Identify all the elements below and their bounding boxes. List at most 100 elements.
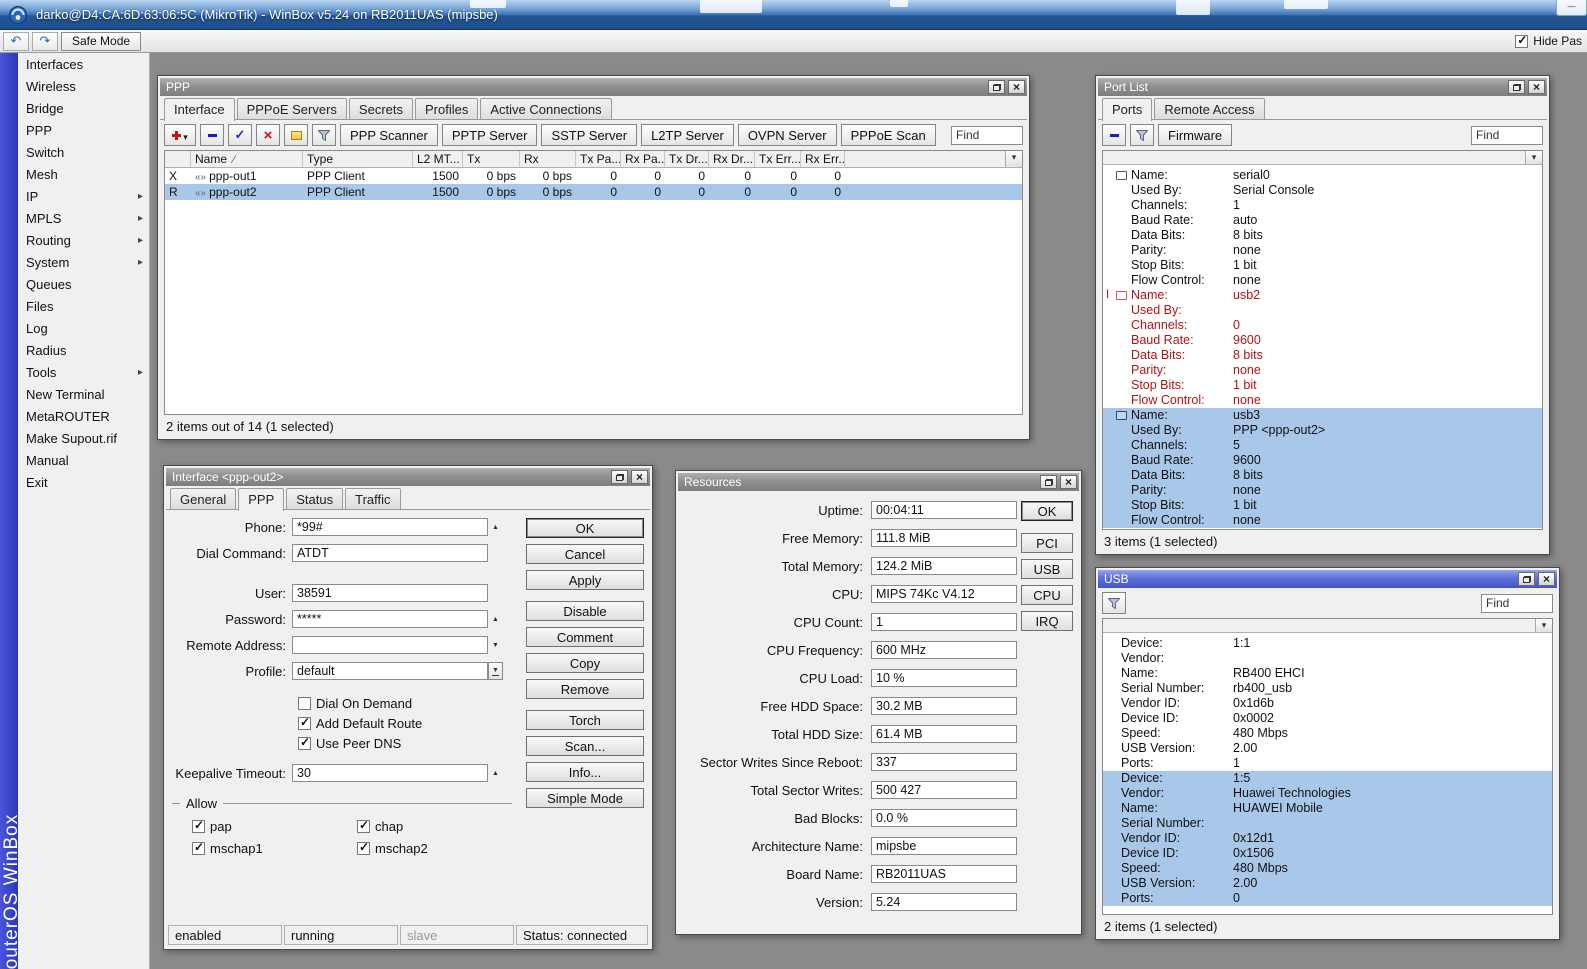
column-type[interactable]: Type — [303, 151, 413, 167]
undo-button[interactable] — [3, 31, 29, 51]
sstp-server-button[interactable]: SSTP Server — [541, 124, 638, 146]
ppp-scanner-button[interactable]: PPP Scanner — [340, 124, 438, 146]
keepalive-timeout-field[interactable]: 30 — [292, 764, 488, 782]
port-entry-usb2[interactable]: I Name: usb2 Used By: Channels: 0 Baud Rate… — [1103, 288, 1542, 408]
l2tp-server-button[interactable]: L2TP Server — [641, 124, 734, 146]
column-select-button[interactable] — [1525, 151, 1542, 164]
comment-button[interactable]: Comment — [526, 627, 644, 647]
simple-mode-button[interactable]: Simple Mode — [526, 788, 644, 808]
sidebar-item-new-terminal[interactable]: New Terminal — [18, 383, 149, 405]
dial-on-demand-toggle[interactable]: Dial On Demand — [298, 696, 524, 711]
sidebar-item-radius[interactable]: Radius — [18, 339, 149, 361]
pci-button[interactable]: PCI — [1021, 533, 1073, 553]
sidebar-item-switch[interactable]: Switch — [18, 141, 149, 163]
sidebar-item-ppp[interactable]: PPP — [18, 119, 149, 141]
mschap2-toggle[interactable]: mschap2 — [357, 840, 522, 856]
remove-button[interactable]: Remove — [526, 679, 644, 699]
apply-button[interactable]: Apply — [526, 570, 644, 590]
sidebar-item-manual[interactable]: Manual — [18, 449, 149, 471]
column-select-button[interactable] — [1005, 151, 1022, 167]
dial-command-field[interactable]: ATDT — [292, 544, 488, 562]
tab-traffic[interactable]: Traffic — [345, 488, 401, 510]
remote-address-field[interactable] — [292, 636, 488, 654]
tab-secrets[interactable]: Secrets — [348, 98, 413, 120]
column-tx[interactable]: Tx — [463, 151, 520, 167]
table-row-ppp-out1[interactable]: X ppp-out1 PPP Client 1500 0 bps 0 bps 0… — [165, 168, 1022, 184]
torch-button[interactable]: Torch — [526, 710, 644, 730]
filter-button[interactable] — [312, 124, 336, 146]
usb-entry-rb400[interactable]: Device: 1:1 Vendor: Name: RB400 EHCI Seria… — [1103, 636, 1552, 771]
ok-button[interactable]: OK — [1021, 501, 1073, 521]
safe-mode-button[interactable]: Safe Mode — [61, 31, 142, 51]
tab-general[interactable]: General — [170, 488, 237, 510]
sidebar-item-metarouter[interactable]: MetaROUTER — [18, 405, 149, 427]
pap-toggle[interactable]: pap — [192, 818, 357, 834]
password-field[interactable]: ***** — [292, 610, 488, 628]
port-entry-usb3[interactable]: Name: usb3 Used By: PPP <ppp-out2> Channel… — [1103, 408, 1542, 528]
ovpn-server-button[interactable]: OVPN Server — [737, 124, 837, 146]
close-button[interactable] — [1528, 80, 1545, 94]
restore-button[interactable] — [611, 470, 628, 484]
comment-button[interactable] — [284, 124, 308, 146]
restore-button[interactable] — [988, 80, 1005, 94]
info-button[interactable]: Info... — [526, 762, 644, 782]
copy-button[interactable]: Copy — [526, 653, 644, 673]
mschap1-checkbox[interactable] — [192, 840, 205, 855]
close-button[interactable] — [631, 470, 648, 484]
column-flags[interactable] — [165, 151, 191, 167]
hide-passwords-checkbox[interactable] — [1515, 33, 1529, 48]
sidebar-item-tools[interactable]: Tools ▸ — [18, 361, 149, 383]
collapse-arrow-icon[interactable] — [488, 610, 503, 628]
tab-ppp[interactable]: PPP — [238, 488, 285, 511]
tab-ports[interactable]: Ports — [1102, 98, 1153, 121]
collapse-arrow-icon[interactable] — [488, 518, 503, 536]
phone-field[interactable]: *99# — [292, 518, 488, 536]
usb-entry-huawei[interactable]: Device: 1:5 Vendor: Huawei Technologies Na… — [1103, 771, 1552, 906]
sidebar-item-mpls[interactable]: MPLS ▸ — [18, 207, 149, 229]
restore-button[interactable] — [1508, 80, 1525, 94]
port-entry-serial0[interactable]: Name: serial0 Used By: Serial Console Chan… — [1103, 168, 1542, 288]
disable-button[interactable]: Disable — [526, 601, 644, 621]
ppp-table-header[interactable]: Name Type L2 MT... Tx Rx Tx Pa... Rx Pa.… — [165, 151, 1022, 168]
column-name[interactable]: Name — [191, 151, 303, 167]
pap-checkbox[interactable] — [192, 818, 205, 833]
close-button[interactable] — [1538, 572, 1555, 586]
find-input[interactable]: Find — [1481, 593, 1553, 613]
redo-button[interactable] — [32, 31, 58, 51]
port-list-header[interactable] — [1103, 151, 1542, 165]
dropdown-arrow-icon[interactable] — [488, 662, 503, 680]
column-l2mtu[interactable]: L2 MT... — [413, 151, 463, 167]
sidebar-item-make-supout[interactable]: Make Supout.rif — [18, 427, 149, 449]
resources-titlebar[interactable]: Resources — [678, 473, 1079, 491]
sidebar-item-mesh[interactable]: Mesh — [18, 163, 149, 185]
column-rx-drop[interactable]: Rx Dr... — [709, 151, 755, 167]
dial-on-demand-checkbox[interactable] — [298, 697, 311, 710]
find-input[interactable]: Find — [1471, 125, 1543, 145]
find-input[interactable]: Find — [951, 125, 1023, 145]
chap-toggle[interactable]: chap — [357, 818, 522, 834]
use-peer-dns-toggle[interactable]: Use Peer DNS — [298, 735, 524, 751]
ppp-window-titlebar[interactable]: PPP — [160, 78, 1027, 96]
sidebar-item-routing[interactable]: Routing ▸ — [18, 229, 149, 251]
tab-interface[interactable]: Interface — [164, 98, 235, 121]
sidebar-item-ip[interactable]: IP ▸ — [18, 185, 149, 207]
sidebar-item-system[interactable]: System ▸ — [18, 251, 149, 273]
column-select-button[interactable] — [1535, 619, 1552, 632]
usb-list-header[interactable] — [1103, 619, 1552, 633]
usb-button[interactable]: USB — [1021, 559, 1073, 579]
sidebar-item-log[interactable]: Log — [18, 317, 149, 339]
chap-checkbox[interactable] — [357, 818, 370, 833]
tab-active-connections[interactable]: Active Connections — [480, 98, 612, 120]
column-rx-packet[interactable]: Rx Pa... — [621, 151, 665, 167]
restore-button[interactable] — [1518, 572, 1535, 586]
user-field[interactable]: 38591 — [292, 584, 488, 602]
irq-button[interactable]: IRQ — [1021, 611, 1073, 631]
filter-button[interactable] — [1102, 592, 1126, 614]
app-titlebar[interactable]: darko@D4:CA:6D:63:06:5C (MikroTik) - Win… — [0, 0, 1587, 30]
sidebar-item-exit[interactable]: Exit — [18, 471, 149, 493]
close-button[interactable] — [1008, 80, 1025, 94]
scan-button[interactable]: Scan... — [526, 736, 644, 756]
hide-passwords-toggle[interactable]: Hide Pas — [1515, 33, 1582, 48]
enable-button[interactable] — [228, 124, 252, 146]
remove-button[interactable] — [200, 124, 224, 146]
